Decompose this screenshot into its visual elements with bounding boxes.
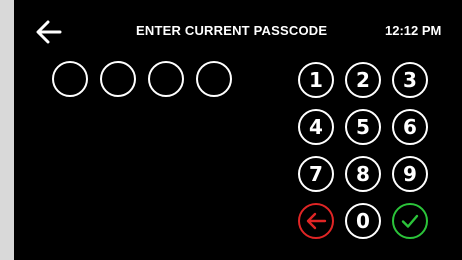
key-0[interactable]: 0 — [345, 203, 381, 239]
arrow-left-icon — [306, 212, 327, 230]
passcode-dot-3 — [148, 61, 184, 97]
key-5[interactable]: 5 — [345, 109, 381, 145]
key-6[interactable]: 6 — [392, 109, 428, 145]
page-title: ENTER CURRENT PASSCODE — [136, 23, 328, 38]
key-4[interactable]: 4 — [298, 109, 334, 145]
key-2[interactable]: 2 — [345, 62, 381, 98]
passcode-screen: ENTER CURRENT PASSCODE 12:12 PM 1 2 3 4 … — [14, 0, 462, 260]
key-3[interactable]: 3 — [392, 62, 428, 98]
key-9[interactable]: 9 — [392, 156, 428, 192]
back-button[interactable] — [36, 19, 62, 45]
checkmark-icon — [401, 214, 419, 228]
key-1[interactable]: 1 — [298, 62, 334, 98]
clock: 12:12 PM — [385, 23, 442, 38]
arrow-left-icon — [36, 20, 62, 44]
delete-button[interactable] — [298, 203, 334, 239]
key-8[interactable]: 8 — [345, 156, 381, 192]
passcode-dot-2 — [100, 61, 136, 97]
key-7[interactable]: 7 — [298, 156, 334, 192]
passcode-dot-1 — [52, 61, 88, 97]
header: ENTER CURRENT PASSCODE 12:12 PM — [14, 0, 462, 62]
passcode-dot-4 — [196, 61, 232, 97]
enter-button[interactable] — [392, 203, 428, 239]
